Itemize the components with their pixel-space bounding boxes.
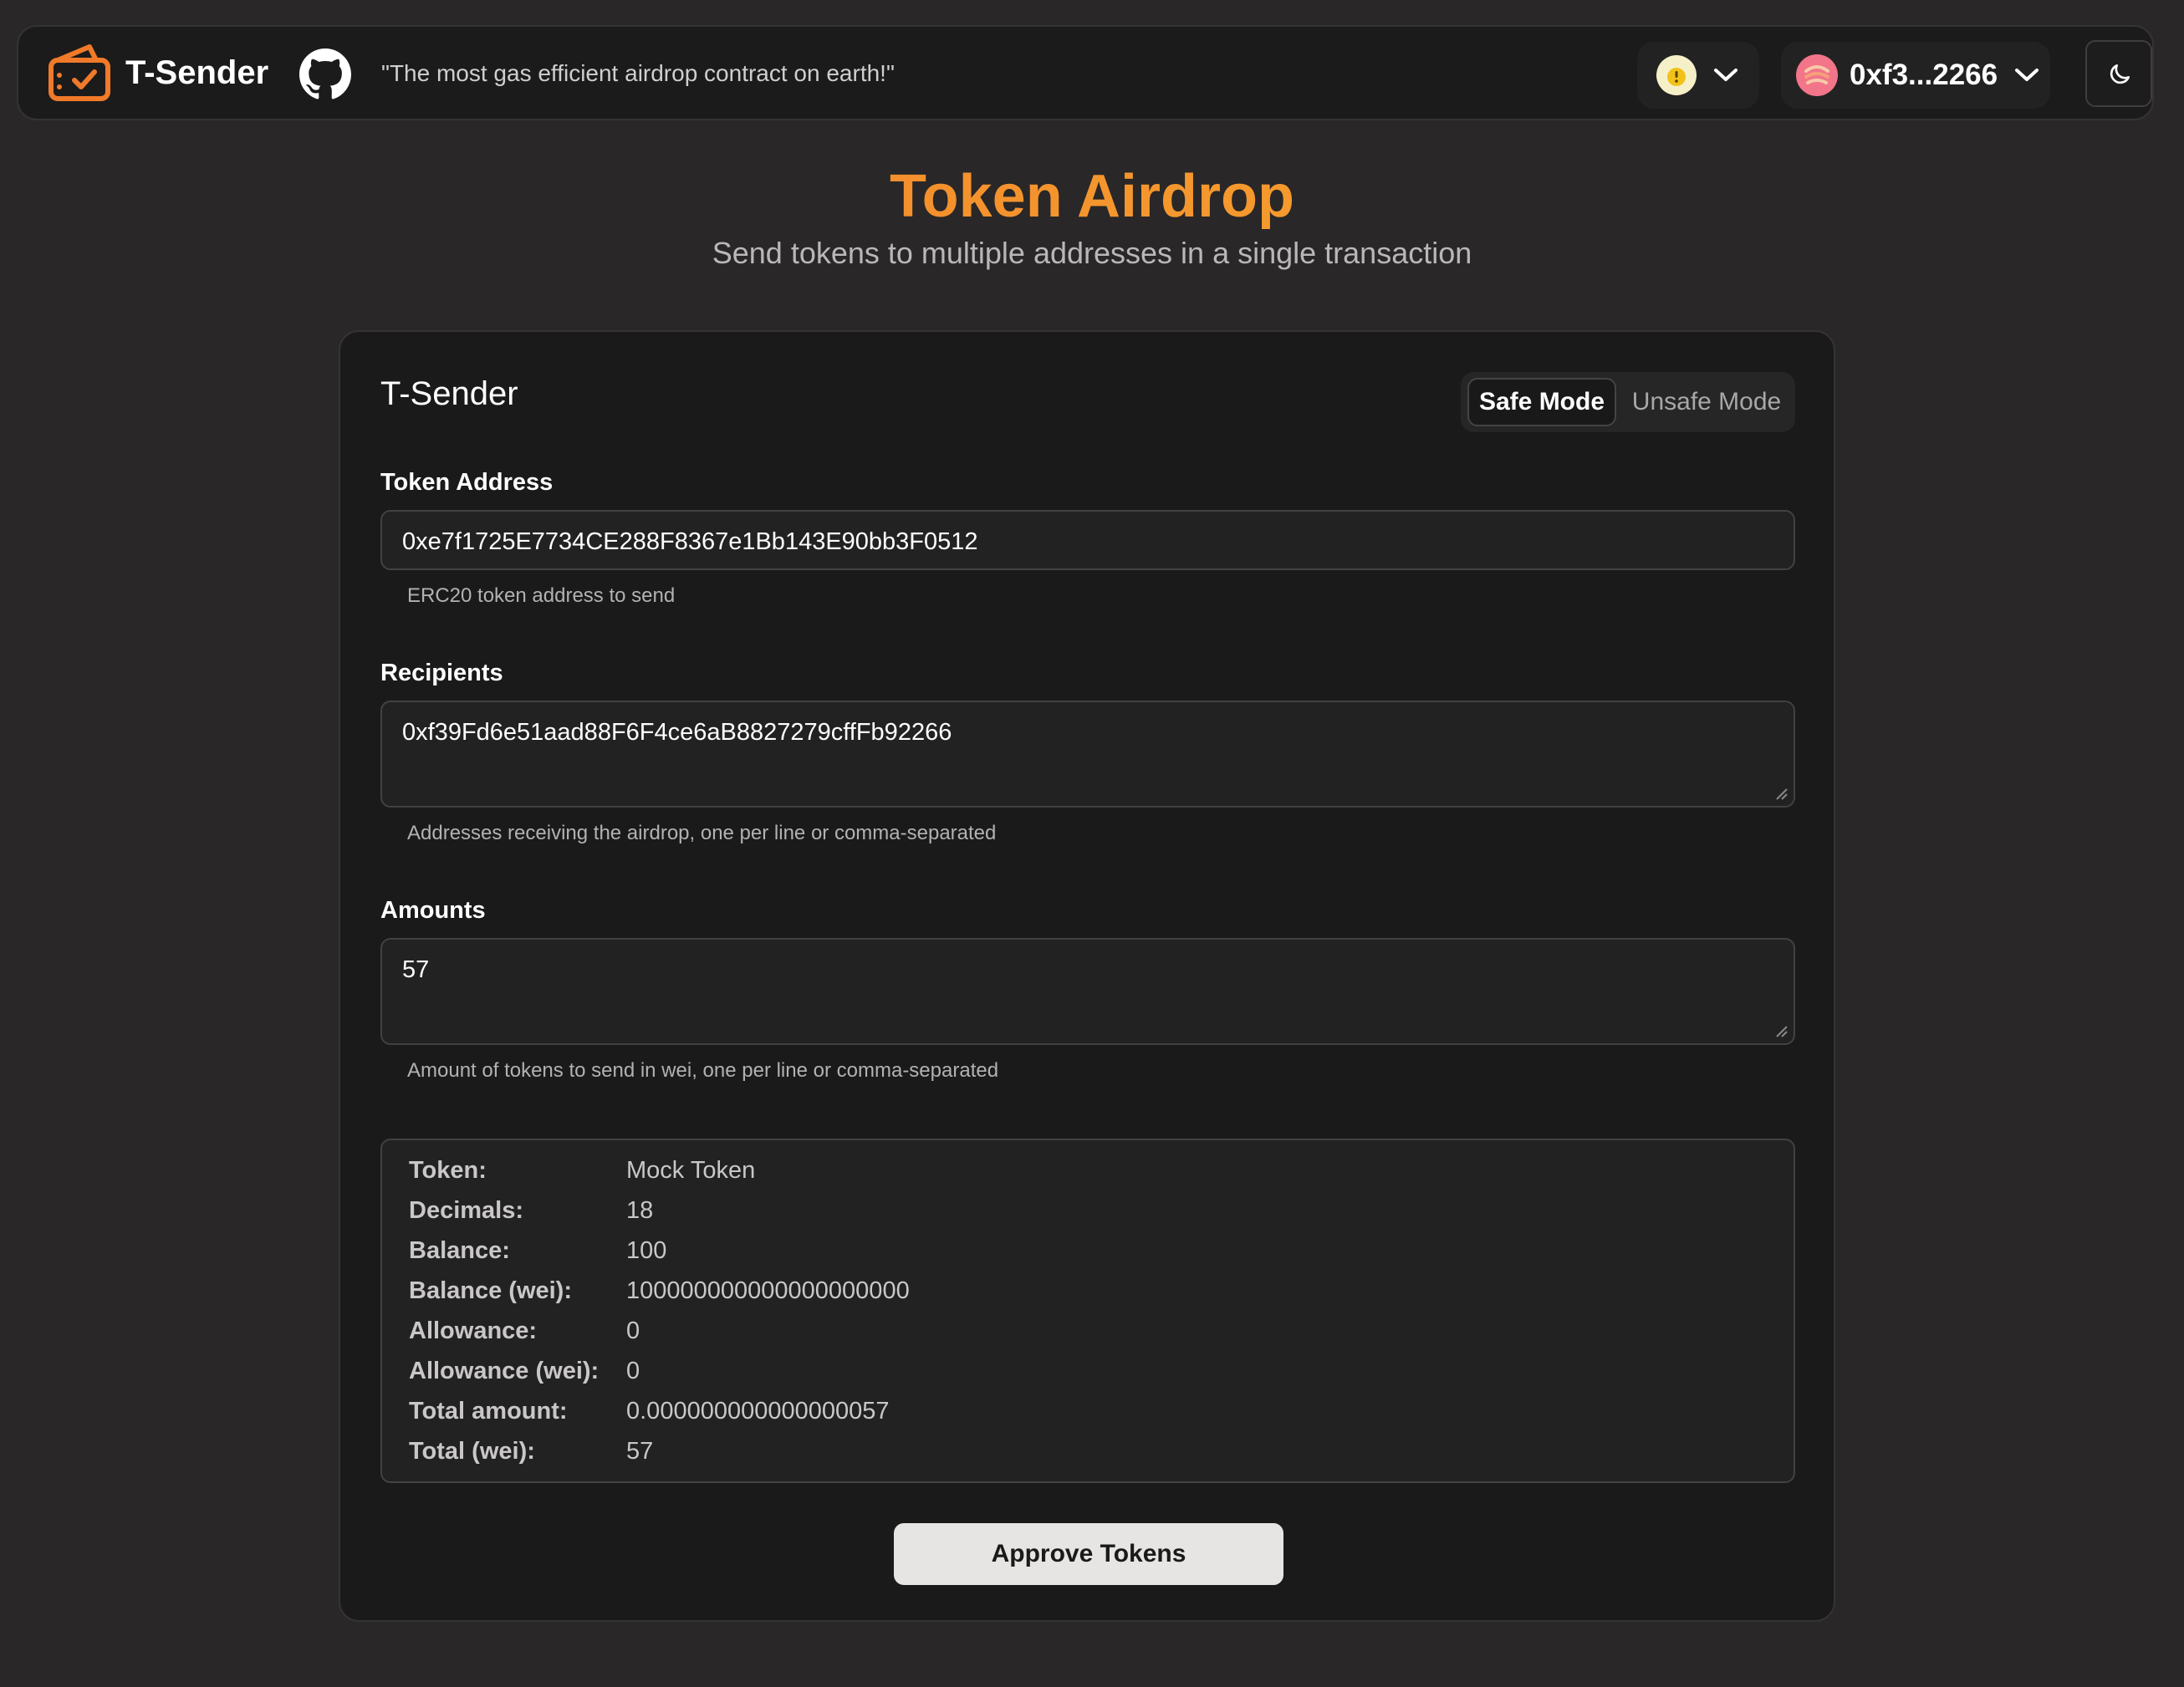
amounts-helper: Amount of tokens to send in wei, one per… [407,1059,999,1082]
detail-value: 100 [626,1237,667,1264]
amounts-value: 57 [402,956,430,983]
page-subtitle: Send tokens to multiple addresses in a s… [712,236,1472,270]
theme-toggle-button[interactable] [2085,40,2152,107]
detail-key: Token: [409,1157,487,1184]
network-selector[interactable] [1637,42,1759,109]
recipients-label: Recipients [380,660,503,686]
account-button[interactable]: 0xf3...2266 [1781,42,2050,109]
detail-key: Allowance: [409,1317,538,1344]
recipients-textarea[interactable]: 0xf39Fd6e51aad88F6F4ce6aB8827279cffFb922… [380,701,1795,808]
detail-row: Total amount: 0.000000000000000057 [409,1391,1747,1431]
detail-value: 100000000000000000000 [626,1277,910,1304]
amounts-textarea[interactable]: 57 [380,938,1795,1045]
recipients-helper: Addresses receiving the airdrop, one per… [407,822,997,844]
detail-row: Total (wei): 57 [409,1431,1747,1471]
detail-key: Total amount: [409,1398,568,1425]
detail-key: Balance: [409,1237,510,1264]
detail-row: Token: Mock Token [409,1150,1747,1190]
detail-value: 0 [626,1317,640,1344]
top-nav: T-Sender "The most gas efficient airdrop… [17,25,2154,120]
detail-row: Balance (wei): 100000000000000000000 [409,1271,1747,1311]
token-address-input[interactable]: 0xe7f1725E7734CE288F8367e1Bb143E90bb3F05… [380,510,1795,570]
approve-tokens-button[interactable]: Approve Tokens [894,1523,1283,1585]
chevron-down-icon [1714,69,1738,81]
account-avatar-icon [1796,54,1838,96]
chevron-down-icon [2015,69,2039,81]
detail-key: Balance (wei): [409,1277,572,1304]
card-title: T-Sender [380,375,518,412]
unsafe-mode-tab[interactable]: Unsafe Mode [1625,378,1789,426]
detail-value: Mock Token [626,1157,756,1184]
account-address: 0xf3...2266 [1850,59,1998,91]
chain-warning-icon [1656,55,1697,95]
detail-value: 0 [626,1358,640,1384]
recipients-value: 0xf39Fd6e51aad88F6F4ce6aB8827279cffFb922… [402,719,952,746]
tagline: "The most gas efficient airdrop contract… [381,60,895,86]
detail-value: 18 [626,1197,654,1224]
detail-value: 57 [626,1438,654,1465]
safe-mode-tab[interactable]: Safe Mode [1467,378,1616,426]
detail-row: Decimals: 18 [409,1190,1747,1231]
detail-row: Allowance: 0 [409,1311,1747,1351]
moon-icon [2110,64,2130,84]
amounts-label: Amounts [380,897,486,924]
transaction-details-panel: Token: Mock Token Decimals: 18 Balance: … [380,1139,1795,1483]
token-address-value: 0xe7f1725E7734CE288F8367e1Bb143E90bb3F05… [402,528,978,555]
token-address-helper: ERC20 token address to send [407,584,676,607]
mode-toggle: Safe Mode Unsafe Mode [1461,372,1795,432]
wallet-logo-icon[interactable] [48,42,113,104]
detail-key: Allowance (wei): [409,1358,600,1384]
detail-row: Allowance (wei): 0 [409,1351,1747,1391]
detail-value: 0.000000000000000057 [626,1398,890,1425]
detail-key: Total (wei): [409,1438,535,1465]
detail-row: Balance: 100 [409,1231,1747,1271]
detail-key: Decimals: [409,1197,524,1224]
page-title: Token Airdrop [0,159,2184,234]
github-icon[interactable] [299,48,351,100]
resize-handle-icon[interactable] [1773,1023,1789,1038]
resize-handle-icon[interactable] [1773,786,1789,801]
brand-name[interactable]: T-Sender [125,52,268,94]
token-address-label: Token Address [380,469,554,496]
airdrop-form-card: T-Sender Safe Mode Unsafe Mode Token Add… [339,330,1835,1622]
